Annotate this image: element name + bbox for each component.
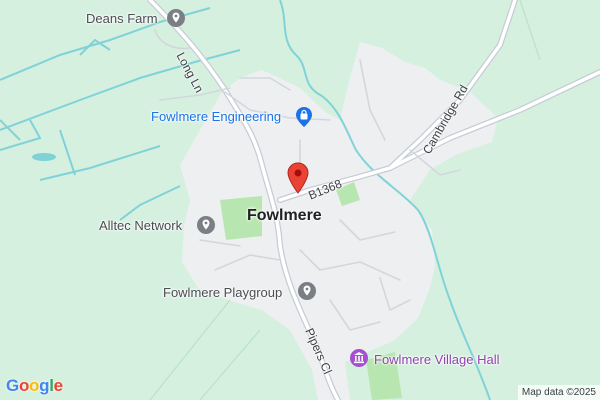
logo-letter: o xyxy=(29,376,40,395)
logo-letter: G xyxy=(6,376,19,395)
location-circle-icon[interactable] xyxy=(297,281,317,301)
fowlmere-playgroup-label: Fowlmere Playgroup xyxy=(163,285,283,300)
map-base-layer xyxy=(0,0,600,400)
fowlmere-engineering-label: Fowlmere Engineering xyxy=(151,109,282,124)
town-label: Fowlmere xyxy=(247,207,322,224)
logo-letter: o xyxy=(18,376,30,395)
shopping-bag-icon[interactable] xyxy=(294,107,314,127)
alltec-network-label: Alltec Network xyxy=(99,218,183,233)
fowlmere-village-hall-label: Fowlmere Village Hall xyxy=(374,352,500,367)
landmark-icon[interactable] xyxy=(349,348,369,368)
location-circle-icon[interactable] xyxy=(166,8,186,28)
logo-letter: e xyxy=(53,376,63,395)
map-attribution[interactable]: Map data ©2025 xyxy=(517,385,600,400)
pond xyxy=(32,153,56,161)
logo-letter: g xyxy=(39,376,50,395)
deans-farm-label: Deans Farm xyxy=(86,11,158,26)
google-logo[interactable]: Google xyxy=(6,376,63,396)
location-circle-icon[interactable] xyxy=(196,215,216,235)
map-view[interactable]: Deans Farm Fowlmere Engineering Fowlmere… xyxy=(0,0,600,400)
